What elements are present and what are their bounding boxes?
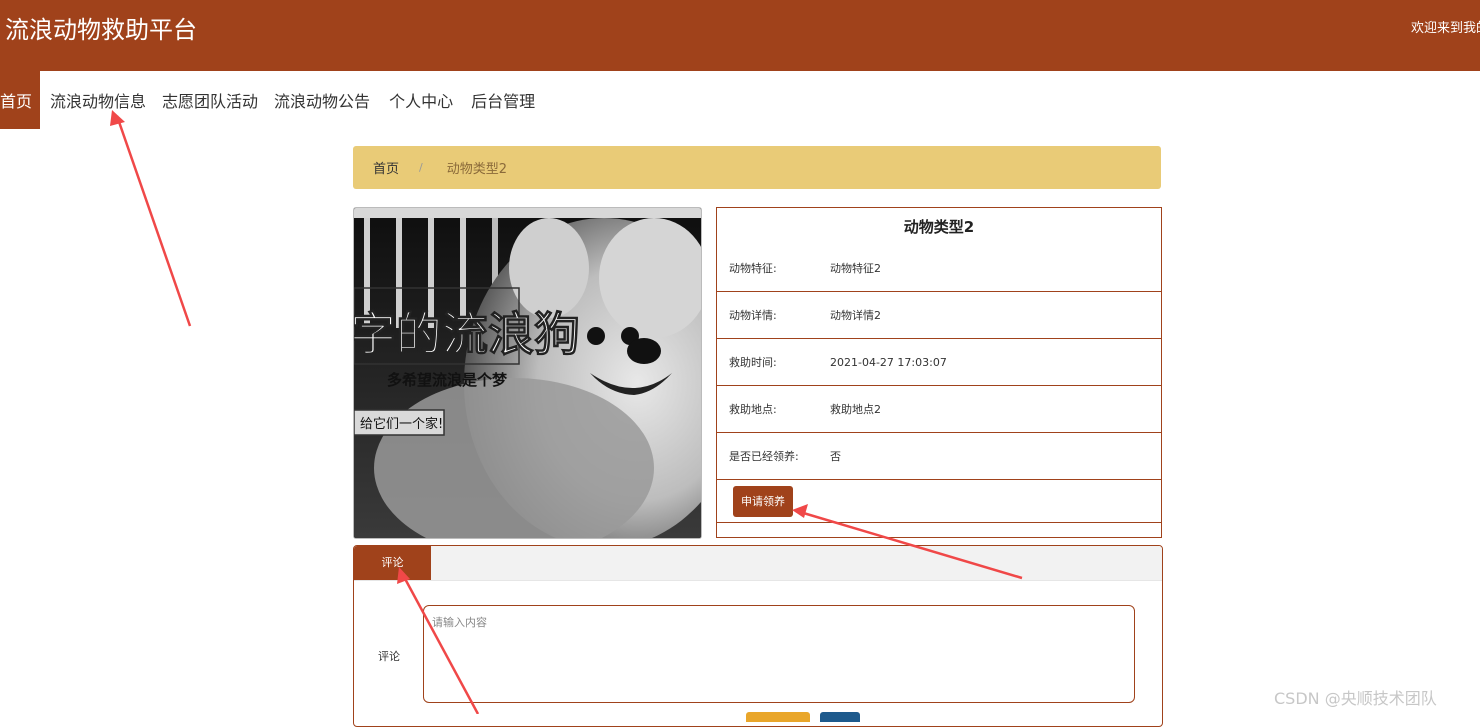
annotation-arrow-2 [799,510,1023,580]
annotation-arrowhead-3 [397,567,410,584]
annotation-arrows [110,110,1023,714]
annotation-arrow-3 [401,574,480,714]
annotation-arrow-1 [115,115,192,327]
annotation-arrowhead-2 [792,504,808,518]
annotation-arrowhead-1 [110,110,125,126]
